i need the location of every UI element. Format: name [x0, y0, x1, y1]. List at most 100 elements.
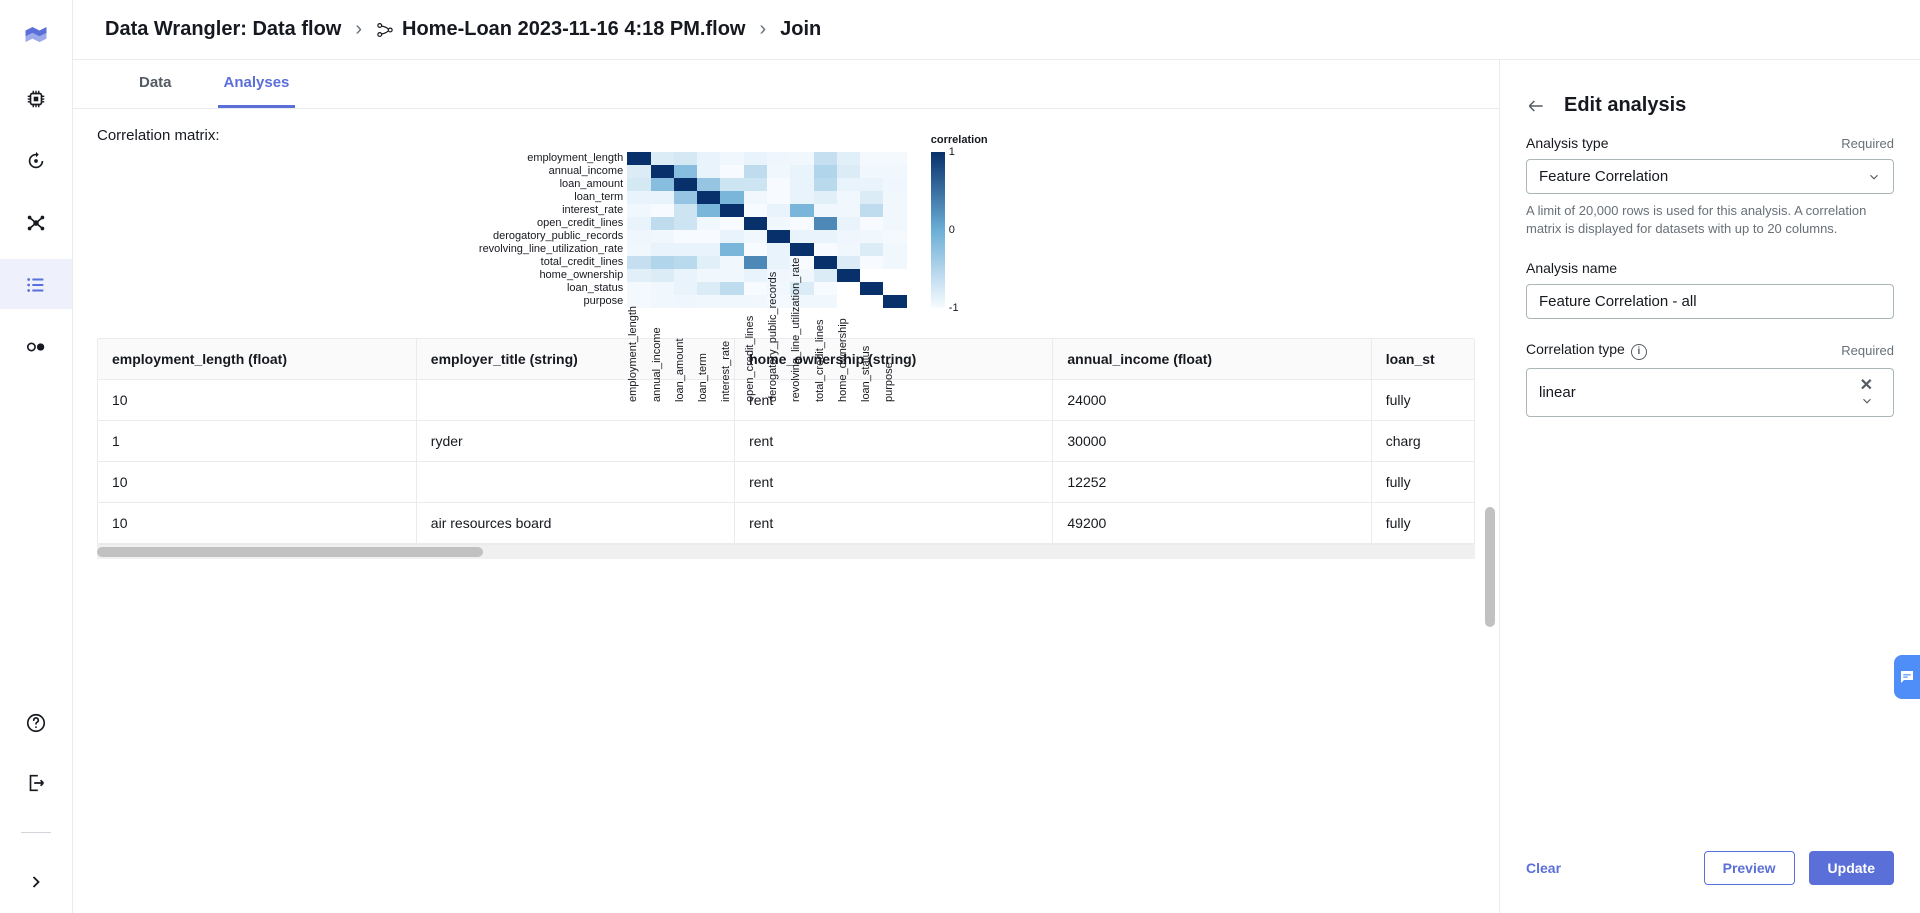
heatmap-cell — [720, 204, 743, 217]
analysis-name-value: Feature Correlation - all — [1539, 293, 1697, 310]
chevron-right-icon: › — [759, 18, 766, 41]
heatmap-cell — [860, 204, 883, 217]
heatmap-cell — [627, 256, 650, 269]
table-row[interactable]: 1ryderrent30000charg — [98, 421, 1474, 462]
heatmap-cell — [627, 217, 650, 230]
heatmap-cell — [814, 230, 837, 243]
heatmap-cell — [767, 256, 790, 269]
heatmap-cell — [744, 217, 767, 230]
heatmap-cell — [790, 217, 813, 230]
heatmap-y-label: open_credit_lines — [479, 217, 623, 230]
correlation-type-select[interactable]: linear ✕ — [1526, 368, 1894, 417]
breadcrumb-root[interactable]: Data Wrangler: Data flow — [105, 18, 341, 41]
heatmap-cell — [674, 191, 697, 204]
heatmap-cell — [837, 230, 860, 243]
vertical-scrollbar[interactable] — [1485, 200, 1495, 712]
heatmap-cell — [627, 191, 650, 204]
heatmap-x-label: revolving_line_utilization_rate — [790, 308, 813, 408]
heatmap-cell — [860, 191, 883, 204]
clear-x-icon[interactable]: ✕ — [1860, 377, 1873, 394]
heatmap-cell — [790, 178, 813, 191]
table-header[interactable]: annual_income (float) — [1053, 339, 1371, 380]
heatmap-cell — [627, 165, 650, 178]
nav-chip-icon[interactable] — [25, 88, 47, 110]
table-cell: 10 — [98, 380, 416, 421]
table-cell — [416, 462, 734, 503]
horizontal-scrollbar[interactable] — [97, 545, 1475, 559]
table-cell: fully — [1371, 380, 1474, 421]
heatmap-cell — [814, 191, 837, 204]
heatmap-cell — [651, 282, 674, 295]
heatmap-cell — [883, 191, 906, 204]
nav-refresh-icon[interactable] — [25, 150, 47, 172]
heatmap-cell — [837, 191, 860, 204]
heatmap-cell — [883, 295, 906, 308]
heatmap-cell — [720, 230, 743, 243]
table-row[interactable]: 10air resources boardrent49200fully — [98, 503, 1474, 544]
heatmap-x-label: loan_amount — [674, 308, 697, 408]
table-cell: ryder — [416, 421, 734, 462]
heatmap-cell — [720, 152, 743, 165]
heatmap-cell — [720, 256, 743, 269]
heatmap-cell — [627, 152, 650, 165]
heatmap-cell — [790, 204, 813, 217]
heatmap-cell — [814, 295, 837, 308]
update-button[interactable]: Update — [1809, 851, 1894, 885]
heatmap-cell — [814, 152, 837, 165]
heatmap-cell — [674, 230, 697, 243]
heatmap-cell — [627, 178, 650, 191]
clear-button[interactable]: Clear — [1526, 860, 1561, 876]
nav-list-icon[interactable] — [25, 274, 47, 296]
table-row[interactable]: 10rent12252fully — [98, 462, 1474, 503]
help-icon[interactable] — [25, 712, 47, 734]
chevron-down-icon — [1867, 170, 1881, 184]
chat-fab-icon[interactable] — [1894, 655, 1920, 699]
heatmap-cell — [744, 191, 767, 204]
heatmap-cell — [860, 269, 883, 282]
heatmap-cell — [837, 152, 860, 165]
table-cell: charg — [1371, 421, 1474, 462]
heatmap-y-label: derogatory_public_records — [479, 230, 623, 243]
heatmap-cell — [767, 243, 790, 256]
heatmap-cell — [744, 165, 767, 178]
sagemaker-logo-icon — [22, 20, 50, 48]
heatmap-cell — [651, 152, 674, 165]
expand-nav-icon[interactable] — [25, 871, 47, 893]
heatmap-cell — [790, 165, 813, 178]
heatmap-cell — [720, 282, 743, 295]
preview-button[interactable]: Preview — [1704, 851, 1795, 885]
breadcrumb-file[interactable]: Home-Loan 2023-11-16 4:18 PM.flow — [376, 18, 745, 41]
nav-graph-icon[interactable] — [25, 212, 47, 234]
info-icon[interactable]: i — [1631, 344, 1647, 360]
heatmap-cell — [767, 230, 790, 243]
tab-analyses[interactable]: Analyses — [218, 60, 296, 108]
analysis-type-help: A limit of 20,000 rows is used for this … — [1526, 202, 1894, 238]
analysis-name-input[interactable]: Feature Correlation - all — [1526, 284, 1894, 319]
heatmap-cell — [627, 269, 650, 282]
heatmap-x-label: interest_rate — [720, 308, 743, 408]
tab-data[interactable]: Data — [133, 60, 178, 108]
heatmap-cell — [697, 165, 720, 178]
analysis-type-select[interactable]: Feature Correlation — [1526, 159, 1894, 194]
logout-icon[interactable] — [25, 772, 47, 794]
panel-title: Edit analysis — [1564, 94, 1686, 117]
heatmap-cell — [860, 282, 883, 295]
heatmap-cell — [697, 217, 720, 230]
heatmap-cell — [883, 269, 906, 282]
back-arrow-icon[interactable] — [1526, 96, 1546, 116]
heatmap-cell — [814, 243, 837, 256]
heatmap-cell — [883, 256, 906, 269]
heatmap-cell — [720, 165, 743, 178]
legend-tick: -1 — [949, 302, 959, 314]
table-header[interactable]: loan_st — [1371, 339, 1474, 380]
table-header[interactable]: employment_length (float) — [98, 339, 416, 380]
heatmap-cell — [837, 178, 860, 191]
heatmap-cell — [837, 295, 860, 308]
table-cell: rent — [735, 462, 1053, 503]
table-cell: 10 — [98, 462, 416, 503]
heatmap-cell — [837, 269, 860, 282]
table-cell: 24000 — [1053, 380, 1371, 421]
heatmap-cell — [883, 178, 906, 191]
nav-toggle-icon[interactable] — [25, 336, 47, 358]
table-cell: fully — [1371, 462, 1474, 503]
